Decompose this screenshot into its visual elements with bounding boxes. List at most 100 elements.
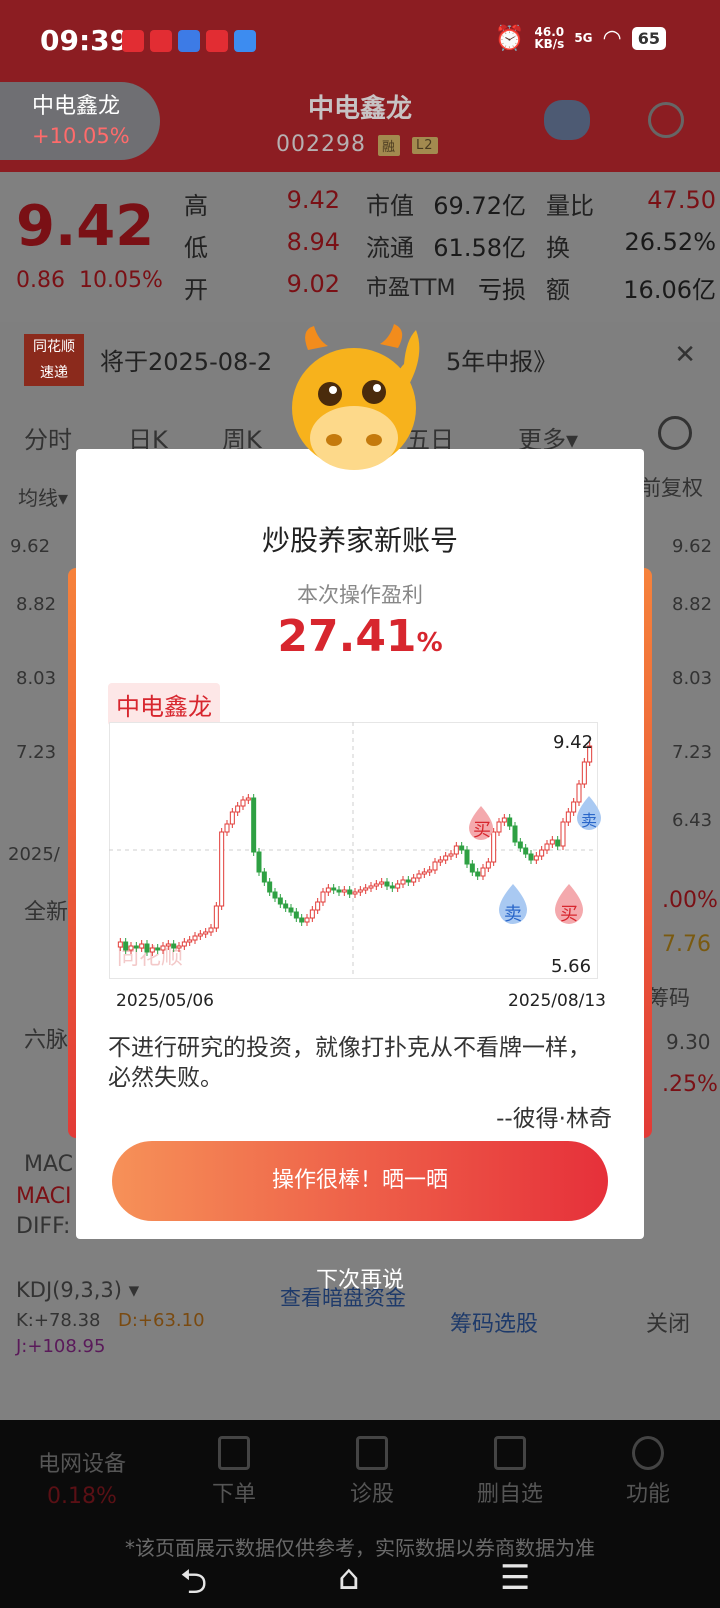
quote-author: --彼得·林奇 (496, 1106, 612, 1132)
candle (581, 761, 587, 785)
candle (400, 879, 406, 885)
candle (320, 891, 326, 903)
candle (528, 853, 534, 861)
chart-high-label: 9.42 (553, 732, 593, 753)
candle (475, 871, 481, 877)
candle (245, 797, 251, 801)
candle (421, 871, 427, 875)
candle (480, 867, 486, 877)
candle (272, 891, 278, 899)
svg-text:买: 买 (473, 820, 491, 841)
candle (203, 931, 209, 935)
candle (240, 799, 246, 807)
candle (432, 861, 438, 871)
candle (363, 887, 369, 891)
candle (469, 863, 475, 873)
candle (443, 855, 449, 861)
candle (171, 943, 177, 949)
candle (501, 817, 507, 823)
candle (539, 849, 545, 857)
candle (459, 845, 465, 851)
later-button[interactable]: 下次再说 (0, 1262, 720, 1294)
candle (123, 941, 129, 951)
modal-title: 炒股养家新账号 (261, 524, 458, 557)
candle (512, 825, 518, 843)
candle (411, 877, 417, 883)
candle (560, 821, 566, 847)
candle (293, 911, 299, 919)
candle (277, 897, 283, 905)
candle (544, 843, 550, 851)
candle (379, 881, 385, 885)
candle (395, 883, 401, 889)
candle (144, 943, 150, 953)
candle (485, 861, 491, 869)
candle (464, 849, 470, 865)
stock-name-tag: 中电鑫龙 (108, 683, 220, 726)
investment-quote: 不进行研究的投资，就像打扑克从不看牌一样，必然失败。 (108, 1035, 591, 1091)
candle (117, 941, 123, 948)
candle (384, 881, 390, 887)
candle (283, 903, 289, 909)
cow-mascot-icon (292, 324, 420, 470)
candle (187, 939, 193, 943)
candle (139, 943, 145, 949)
candle (453, 845, 459, 855)
candle (368, 885, 374, 889)
candle (437, 859, 443, 863)
candle (352, 891, 358, 895)
candle (336, 889, 342, 893)
candle (405, 879, 411, 883)
candle (128, 945, 134, 951)
candle (491, 831, 497, 863)
chart-low-label: 5.66 (551, 956, 591, 977)
candle (315, 901, 321, 911)
candle (160, 945, 166, 951)
candle (373, 883, 379, 887)
candle (176, 945, 182, 949)
candle (299, 917, 305, 923)
chart-start-date: 2025/05/06 (116, 991, 214, 1011)
candle (251, 797, 257, 853)
candle (523, 847, 529, 855)
profit-share-modal: 炒股养家新账号 本次操作盈利 27.41% 中电鑫龙 同花顺 9.42 5.66… (76, 449, 644, 1239)
candle (507, 817, 513, 827)
candle (576, 783, 582, 803)
candle (555, 839, 561, 847)
candle (165, 943, 171, 947)
candle (181, 941, 187, 947)
candle (304, 917, 310, 923)
candle (288, 907, 294, 913)
candle (261, 871, 267, 883)
candle (571, 801, 577, 813)
chart-end-date: 2025/08/13 (508, 991, 606, 1011)
candle (133, 945, 139, 949)
svg-text:卖: 卖 (504, 904, 522, 925)
share-button[interactable]: 操作很棒！晒一晒 (112, 1141, 608, 1221)
candle (347, 889, 353, 895)
candle (197, 933, 203, 937)
candle (331, 887, 337, 891)
profit-value: 27.41% (277, 611, 443, 662)
candle (427, 869, 433, 873)
candle (533, 855, 539, 861)
candle (389, 885, 395, 889)
candle (357, 889, 363, 893)
candle (496, 821, 502, 833)
candle (224, 823, 230, 833)
modal-subtitle: 本次操作盈利 (297, 583, 423, 607)
candle (448, 853, 454, 857)
candle (235, 805, 241, 813)
candle (549, 839, 555, 845)
candle (219, 831, 225, 907)
candle (192, 935, 198, 941)
candle (517, 841, 523, 849)
candle (267, 881, 273, 893)
candle (309, 909, 315, 919)
svg-text:卖: 卖 (581, 811, 597, 830)
mini-kline-chart: 同花顺 9.42 5.66 买 卖 买 卖 (109, 722, 601, 979)
candle (341, 889, 347, 893)
svg-text:买: 买 (560, 904, 578, 925)
candle (416, 873, 422, 879)
candle (208, 927, 214, 933)
